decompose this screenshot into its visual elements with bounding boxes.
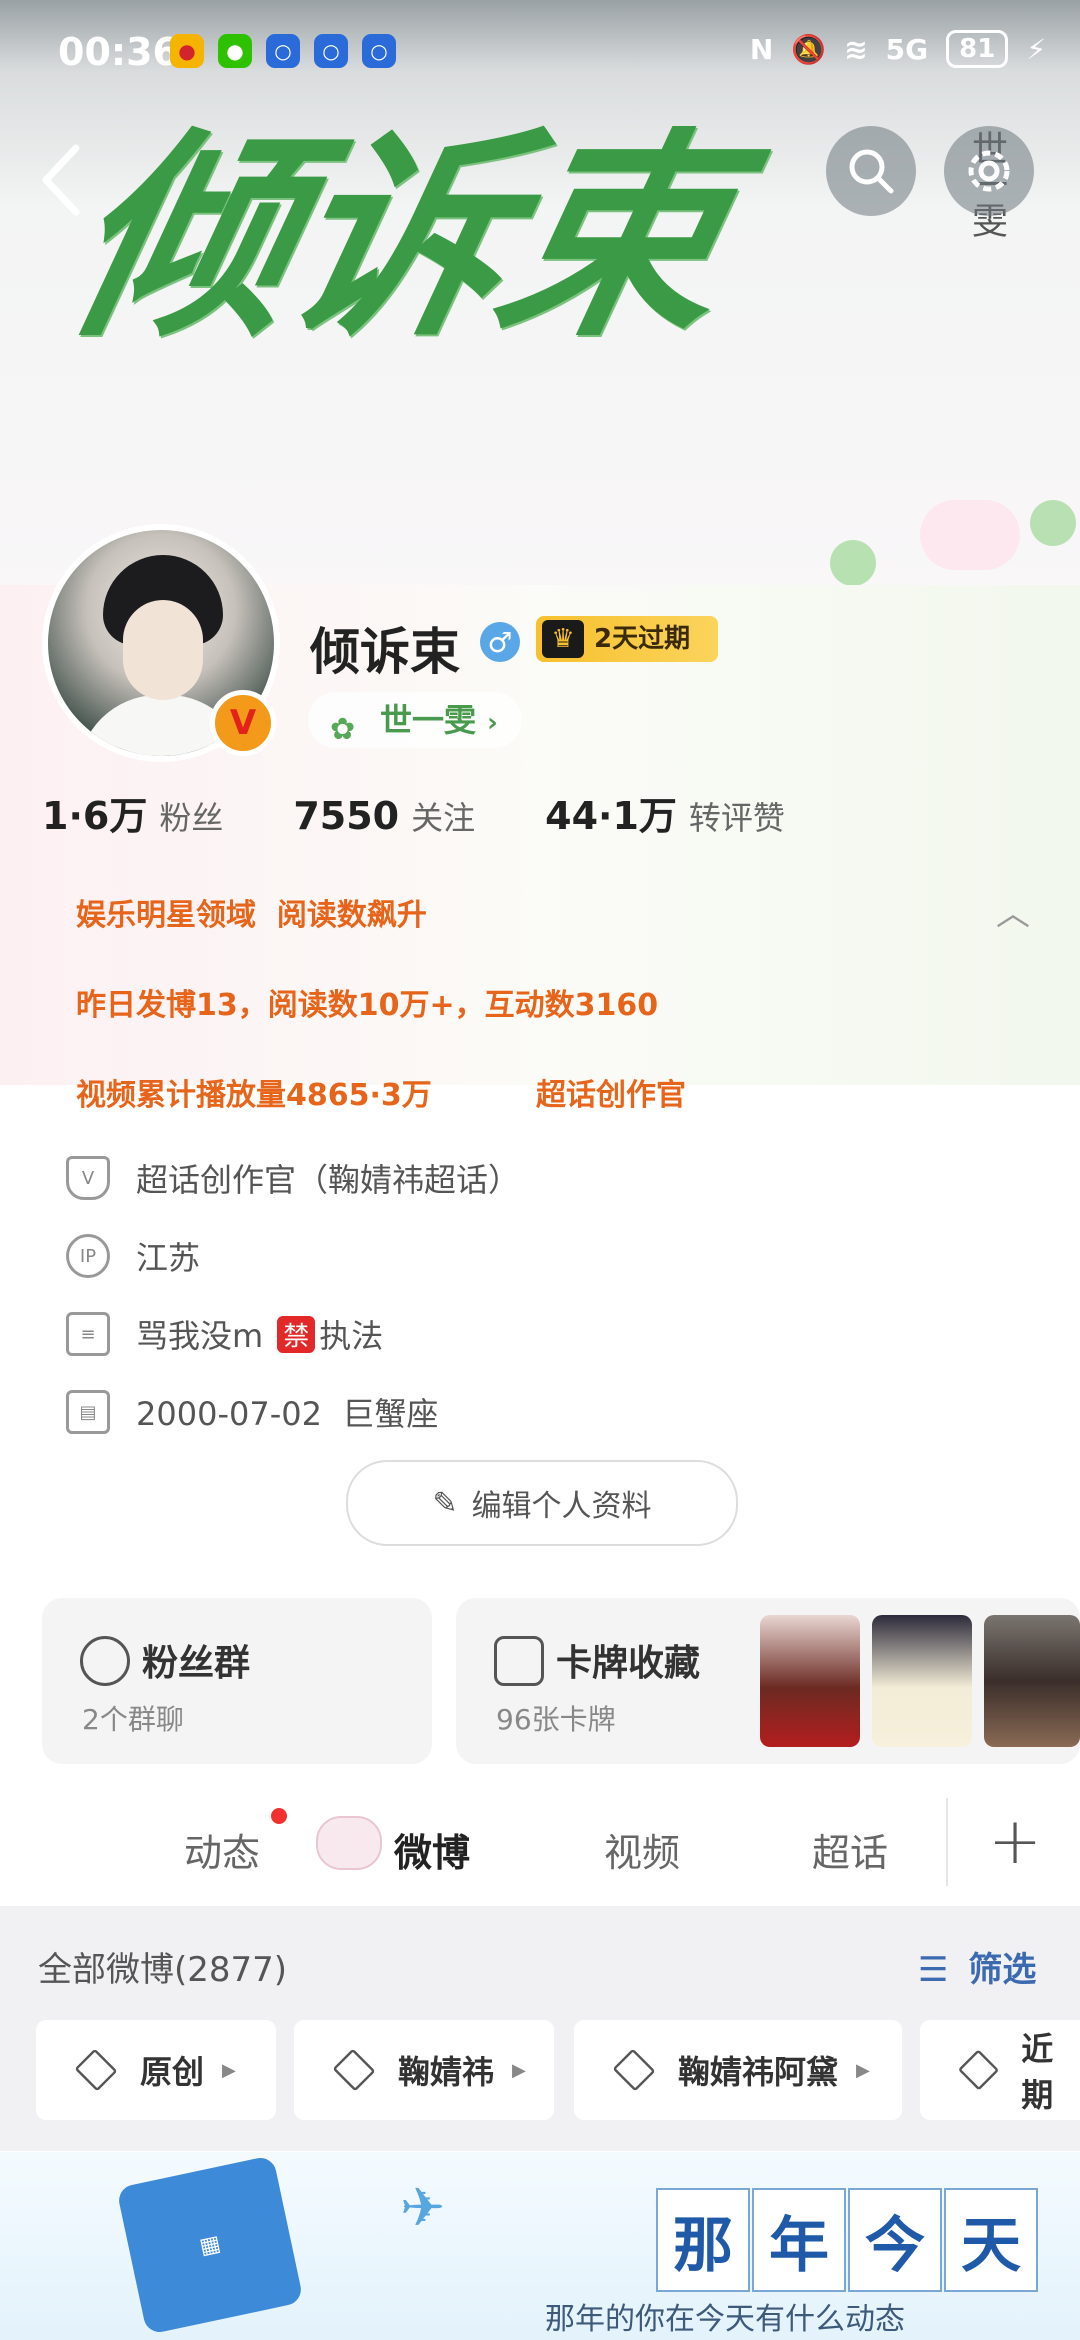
card-thumbnail[interactable]: [984, 1615, 1080, 1747]
highlight-line: 超话创作官: [536, 1078, 686, 1113]
status-bar: 00:36 ● ● ○ ○ ○ N 🔕 ≋ 5G 81 ⚡: [0, 0, 1080, 100]
stat-following[interactable]: 7550 关注: [293, 793, 475, 839]
search-icon: [849, 149, 894, 194]
wifi-icon: ≋: [844, 32, 868, 66]
signal-icon: 5G: [885, 32, 929, 66]
banner-char: 今: [848, 2188, 942, 2292]
wechat-icon: ●: [218, 34, 252, 68]
app-notification-icon: ○: [266, 34, 300, 68]
paper-plane-icon: ✈: [400, 2176, 446, 2239]
male-icon: ♂: [480, 622, 520, 662]
banner-char: 年: [752, 2188, 846, 2292]
chip-topic[interactable]: 鞠婧祎阿黛 ▶: [574, 2020, 902, 2120]
lotus-icon: ✿: [330, 712, 356, 747]
vip-expiry: 2天过期: [594, 624, 691, 654]
add-tab-button[interactable]: +: [946, 1798, 1080, 1886]
highlight-line: 娱乐明星领域 阅读数飙升: [76, 898, 427, 933]
profile-tabs: 动态 微博 视频 超话: [0, 1780, 1080, 1900]
weibo-icon: ●: [170, 34, 204, 68]
tab-supertopic[interactable]: 超话: [812, 1822, 888, 1877]
back-arrow-icon: [42, 144, 80, 216]
verified-badge: V: [210, 690, 276, 756]
info-ip: IP 江苏: [66, 1233, 200, 1279]
cloud-sticker-icon: [316, 1816, 382, 1870]
notification-icons: ● ● ○ ○ ○: [170, 34, 396, 68]
banner-subtitle: 那年的你在今天有什么动态: [545, 2302, 905, 2337]
layers-icon: [612, 2048, 656, 2092]
banner-title: 倾诉束: [48, 107, 746, 366]
app-notification-icon: ○: [314, 34, 348, 68]
edit-profile-button[interactable]: ✎ 编辑个人资料: [346, 1460, 738, 1546]
profile-name: 倾诉束: [310, 623, 460, 681]
back-button[interactable]: [36, 140, 96, 224]
tab-video[interactable]: 视频: [604, 1822, 680, 1877]
chevron-right-icon: ›: [487, 708, 498, 738]
settings-button[interactable]: [944, 126, 1034, 216]
triangle-right-icon: ▶: [512, 2059, 526, 2081]
document-icon: ≡: [66, 1312, 110, 1356]
plus-icon: +: [988, 1805, 1042, 1879]
mute-icon: 🔕: [791, 32, 827, 66]
battery-icon: 81: [946, 30, 1009, 68]
tab-dynamics[interactable]: 动态: [184, 1822, 260, 1877]
info-creator: V 超话创作官（鞠婧祎超话）: [66, 1155, 520, 1201]
all-weibo-count: 全部微博(2877): [38, 1950, 288, 1990]
banner-char: 那: [656, 2188, 750, 2292]
ban-icon: 禁: [277, 1315, 316, 1353]
info-birthday: ▤ 2000-07-02 巨蟹座: [66, 1389, 438, 1435]
fans-group-card[interactable]: 粉丝群 2个群聊: [42, 1598, 432, 1764]
info-bio: ≡ 骂我没m 禁 执法: [66, 1311, 383, 1357]
nfc-icon: N: [749, 32, 774, 66]
chip-recent[interactable]: 近期: [920, 2020, 1080, 2120]
layers-icon: [957, 2049, 1000, 2091]
tab-weibo[interactable]: 微博: [394, 1822, 470, 1877]
cat-sticker: [920, 500, 1020, 570]
highlight-line: 昨日发博13，阅读数10万+，互动数3160: [76, 988, 659, 1023]
vip-badge[interactable]: ♛ 2天过期: [536, 616, 719, 662]
stat-likes[interactable]: 44·1万 转评赞: [545, 785, 785, 840]
pencil-icon: ✎: [432, 1485, 458, 1521]
calendar-icon: ▤: [66, 1390, 110, 1434]
fan-tag-label: 世一雯: [380, 701, 477, 739]
filter-icon: ☰: [918, 1950, 949, 1990]
layers-icon: [332, 2048, 376, 2092]
card-thumbnail[interactable]: [760, 1615, 860, 1747]
charging-icon: ⚡: [1026, 32, 1046, 66]
clover-decoration: [830, 540, 876, 586]
fan-tag-pill[interactable]: ✿ 世一雯 ›: [308, 692, 522, 748]
ip-icon: IP: [66, 1234, 110, 1278]
status-time: 00:36: [58, 30, 179, 74]
crown-icon: ♛: [542, 620, 584, 658]
gear-icon: [968, 150, 1010, 192]
clover-decoration: [1030, 500, 1076, 546]
profile-stats: 1·6万 粉丝 7550 关注 44·1万 转评赞: [42, 785, 785, 840]
collapse-chevron-icon[interactable]: ︿: [996, 886, 1030, 935]
card-icon: [494, 1636, 544, 1686]
banner-char: 天: [944, 2188, 1038, 2292]
triangle-right-icon: ▶: [222, 2059, 236, 2081]
search-button[interactable]: [826, 126, 916, 216]
card-thumbnail[interactable]: [872, 1615, 972, 1747]
chip-topic[interactable]: 鞠婧祎 ▶: [294, 2020, 554, 2120]
layers-icon: [74, 2048, 118, 2092]
triangle-right-icon: ▶: [856, 2059, 870, 2081]
filter-button[interactable]: ☰ 筛选: [918, 1942, 1036, 1991]
group-icon: [80, 1636, 130, 1686]
stat-fans[interactable]: 1·6万 粉丝: [42, 785, 223, 840]
chip-original[interactable]: 原创 ▶: [36, 2020, 276, 2120]
shield-icon: V: [66, 1156, 110, 1200]
app-notification-icon: ○: [362, 34, 396, 68]
highlight-line: 视频累计播放量4865·3万: [76, 1078, 432, 1113]
unread-dot: [271, 1808, 287, 1824]
